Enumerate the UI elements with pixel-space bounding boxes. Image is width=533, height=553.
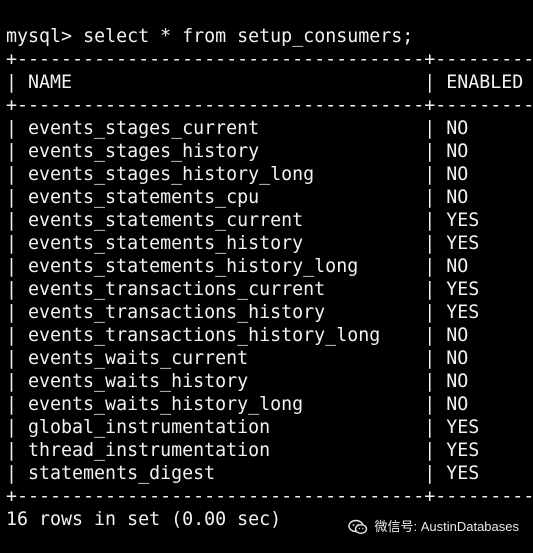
cell-enabled: NO	[446, 256, 469, 277]
table-row: | events_stages_history_long | NO |	[6, 164, 469, 185]
cell-enabled: NO	[446, 164, 469, 185]
cell-name: global_instrumentation	[28, 417, 271, 438]
cell-enabled: YES	[446, 417, 480, 438]
cell-enabled: YES	[446, 279, 480, 300]
table-body: | events_stages_current | NO || events_s…	[6, 117, 533, 485]
cell-enabled: NO	[446, 118, 469, 139]
cell-enabled: NO	[446, 141, 469, 162]
cell-name: events_waits_history	[28, 371, 249, 392]
cell-name: events_statements_current	[28, 210, 304, 231]
table-row: | thread_instrumentation | YES |	[6, 440, 480, 461]
command-line: mysql> select * from setup_consumers;	[6, 25, 533, 48]
cell-name: events_stages_history_long	[28, 164, 315, 185]
cell-enabled: YES	[446, 210, 480, 231]
table-row: | events_waits_history_long | NO |	[6, 394, 469, 415]
cell-enabled: NO	[446, 371, 469, 392]
table-row: | events_transactions_history_long | NO …	[6, 325, 469, 346]
cell-enabled: NO	[446, 348, 469, 369]
table-row: | events_transactions_current | YES |	[6, 279, 480, 300]
table-row: | events_statements_cpu | NO |	[6, 187, 469, 208]
table-row: | statements_digest | YES |	[6, 463, 480, 484]
cell-enabled: YES	[446, 463, 480, 484]
watermark: 微信号: AustinDatabases	[348, 519, 519, 535]
cell-name: events_stages_current	[28, 118, 260, 139]
cell-name: thread_instrumentation	[28, 440, 271, 461]
cell-name: statements_digest	[28, 463, 216, 484]
wechat-icon	[348, 519, 368, 535]
cell-name: events_statements_history_long	[28, 256, 359, 277]
cell-enabled: YES	[446, 302, 480, 323]
table-border-middle: +-------------------------------------+-…	[6, 95, 533, 116]
cell-name: events_statements_history	[28, 233, 304, 254]
table-border-top: +-------------------------------------+-…	[6, 49, 533, 70]
cell-name: events_waits_current	[28, 348, 249, 369]
cell-name: events_waits_history_long	[28, 394, 304, 415]
sql-command: select * from setup_consumers;	[83, 26, 414, 47]
cell-enabled: NO	[446, 394, 469, 415]
table-row: | global_instrumentation | YES |	[6, 417, 480, 438]
table-row: | events_statements_history_long | NO |	[6, 256, 469, 277]
terminal-window[interactable]: mysql> select * from setup_consumers; +-…	[0, 0, 533, 553]
cell-name: events_stages_history	[28, 141, 260, 162]
table-row: | events_waits_history | NO |	[6, 371, 469, 392]
cell-name: events_transactions_history	[28, 302, 326, 323]
table-border-bottom: +-------------------------------------+-…	[6, 486, 533, 507]
table-row: | events_statements_current | YES |	[6, 210, 480, 231]
cell-enabled: YES	[446, 233, 480, 254]
cell-enabled: NO	[446, 325, 469, 346]
column-header-enabled: ENABLED	[446, 72, 524, 93]
prompt: mysql>	[6, 26, 73, 47]
table-header: | NAME | ENABLED |	[6, 72, 524, 93]
watermark-text: 微信号: AustinDatabases	[374, 519, 519, 534]
cell-name: events_transactions_current	[28, 279, 326, 300]
table-row: | events_statements_history | YES |	[6, 233, 480, 254]
table-row: | events_waits_current | NO |	[6, 348, 469, 369]
cell-name: events_statements_cpu	[28, 187, 260, 208]
table-row: | events_stages_current | NO |	[6, 118, 469, 139]
cell-enabled: YES	[446, 440, 480, 461]
column-header-name: NAME	[28, 72, 73, 93]
cell-enabled: NO	[446, 187, 469, 208]
table-row: | events_transactions_history | YES |	[6, 302, 480, 323]
table-row: | events_stages_history | NO |	[6, 141, 469, 162]
cell-name: events_transactions_history_long	[28, 325, 381, 346]
